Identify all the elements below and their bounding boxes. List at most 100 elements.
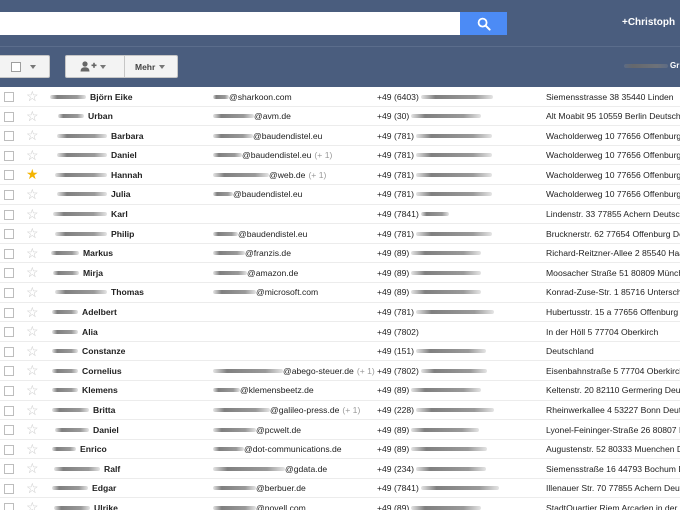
contact-phone-cell[interactable]: +49 (7841) <box>377 479 499 498</box>
contact-phone-cell[interactable]: +49 (89) <box>377 283 482 302</box>
contact-phone-cell[interactable]: +49 (89) <box>377 498 482 510</box>
contact-name-cell[interactable]: Thomas <box>55 283 144 302</box>
contact-phone-cell[interactable]: +49 (7802) <box>377 361 487 380</box>
row-checkbox[interactable] <box>4 444 14 455</box>
star-icon[interactable]: ☆ <box>26 343 39 359</box>
contact-name-cell[interactable]: Björn Eike <box>50 87 133 106</box>
search-input[interactable] <box>0 12 460 35</box>
row-checkbox[interactable] <box>4 209 14 220</box>
row-checkbox[interactable] <box>4 111 14 122</box>
contact-email-cell[interactable]: @dot-communications.de <box>213 440 342 459</box>
contact-phone-cell[interactable]: +49 (89) <box>377 263 482 282</box>
star-icon[interactable]: ☆ <box>26 362 39 378</box>
contact-name-cell[interactable]: Barbara <box>57 126 143 145</box>
contact-phone-cell[interactable]: +49 (6403) <box>377 87 493 106</box>
contact-phone-cell[interactable]: +49 (781) <box>377 126 493 145</box>
contact-phone-cell[interactable]: +49 (30) <box>377 107 482 126</box>
contact-phone-cell[interactable]: +49 (781) <box>377 303 495 322</box>
contact-row[interactable]: ☆ Thomas @microsoft.com +49 (89) Konrad-Zuse… <box>0 283 680 303</box>
contact-phone-cell[interactable]: +49 (7802) <box>377 322 419 341</box>
contact-row[interactable]: ☆ Alia +49 (7802) In der Höll 5 77704 Oberk… <box>0 322 680 342</box>
contact-name-cell[interactable]: Klemens <box>52 381 118 400</box>
row-checkbox[interactable] <box>4 131 14 142</box>
star-icon[interactable]: ☆ <box>26 323 39 339</box>
star-icon[interactable]: ☆ <box>26 382 39 398</box>
contact-email-cell[interactable]: @amazon.de <box>213 263 298 282</box>
contact-row[interactable]: ☆ Edgar @berbuer.de +49 (7841) Illenauer Str… <box>0 479 680 499</box>
contact-row[interactable]: ☆ Björn Eike @sharkoon.com +49 (6403) Siemen… <box>0 87 680 107</box>
contact-phone-cell[interactable]: +49 (781) <box>377 185 493 204</box>
star-icon[interactable]: ☆ <box>26 304 39 320</box>
select-all-checkbox[interactable] <box>11 61 21 72</box>
contact-row[interactable]: ☆ Markus @franzis.de +49 (89) Richard-Reitzn… <box>0 244 680 264</box>
contact-email-cell[interactable]: @baudendistel.eu <box>213 126 322 145</box>
star-icon[interactable]: ☆ <box>26 225 39 241</box>
row-checkbox[interactable] <box>4 464 14 475</box>
contact-email-cell[interactable]: @abego-steuer.de (+ 1) <box>213 361 375 380</box>
add-to-circles-button[interactable] <box>66 56 124 77</box>
contact-name-cell[interactable]: Ralf <box>54 459 120 478</box>
row-checkbox[interactable] <box>4 268 14 279</box>
contact-row[interactable]: ☆ Ulrike @novell.com +49 (89) StadtQuartier … <box>0 498 680 510</box>
contact-phone-cell[interactable]: +49 (89) <box>377 420 480 439</box>
contact-row[interactable]: ☆ Karl +49 (7841) Lindenstr. 33 77855 Acher… <box>0 205 680 225</box>
contact-name-cell[interactable]: Britta <box>52 401 115 420</box>
contact-email-cell[interactable]: @web.de (+ 1) <box>213 165 326 184</box>
row-checkbox[interactable] <box>4 307 14 318</box>
contact-row[interactable]: ☆ Philip @baudendistel.eu +49 (781) Bruckner… <box>0 224 680 244</box>
contact-row[interactable]: ☆ Enrico @dot-communications.de +49 (89) Aug… <box>0 440 680 460</box>
contact-row[interactable]: ☆ Barbara @baudendistel.eu +49 (781) Wachold… <box>0 126 680 146</box>
star-icon[interactable]: ☆ <box>26 421 39 437</box>
contact-email-cell[interactable]: @novell.com <box>213 498 306 510</box>
star-icon[interactable]: ☆ <box>26 441 39 457</box>
contact-row[interactable]: ☆ Adelbert +49 (781) Hubertusstr. 15 a 7765… <box>0 303 680 323</box>
contact-phone-cell[interactable]: +49 (89) <box>377 244 482 263</box>
contact-phone-cell[interactable]: +49 (781) <box>377 224 493 243</box>
contact-email-cell[interactable]: @klemensbeetz.de <box>213 381 314 400</box>
contact-name-cell[interactable]: Markus <box>51 244 113 263</box>
contact-name-cell[interactable]: Daniel <box>55 420 119 439</box>
row-checkbox[interactable] <box>4 405 14 416</box>
contact-row[interactable]: ☆ Klemens @klemensbeetz.de +49 (89) Keltenst… <box>0 381 680 401</box>
row-checkbox[interactable] <box>4 150 14 161</box>
contact-row[interactable]: ☆ Ralf @gdata.de +49 (234) Siemensstraße 16 … <box>0 459 680 479</box>
star-icon[interactable]: ☆ <box>26 499 39 510</box>
contact-email-cell[interactable]: @avm.de <box>213 107 291 126</box>
contact-name-cell[interactable]: Adelbert <box>52 303 117 322</box>
contact-phone-cell[interactable]: +49 (151) <box>377 342 487 361</box>
row-checkbox[interactable] <box>4 346 14 357</box>
contact-email-cell[interactable]: @franzis.de <box>213 244 291 263</box>
star-icon[interactable]: ☆ <box>26 264 39 280</box>
contact-name-cell[interactable]: Julia <box>57 185 131 204</box>
star-icon[interactable]: ☆ <box>26 460 39 476</box>
contact-name-cell[interactable]: Hannah <box>55 165 143 184</box>
contact-email-cell[interactable]: @pcwelt.de <box>213 420 301 439</box>
contact-email-cell[interactable]: @gdata.de <box>213 459 327 478</box>
row-checkbox[interactable] <box>4 425 14 436</box>
star-icon[interactable]: ☆ <box>26 147 39 163</box>
contact-row[interactable]: ☆ Britta @galileo-press.de (+ 1) +49 (228) Rh… <box>0 401 680 421</box>
contact-row[interactable]: ☆ Constanze +49 (151) Deutschland <box>0 342 680 362</box>
contact-row[interactable]: ☆ Daniel @pcwelt.de +49 (89) Lyonel-Feininge… <box>0 420 680 440</box>
contact-name-cell[interactable]: Enrico <box>52 440 107 459</box>
contact-phone-cell[interactable]: +49 (781) <box>377 146 493 165</box>
contact-email-cell[interactable]: @microsoft.com <box>213 283 318 302</box>
contact-name-cell[interactable]: Urban <box>58 107 113 126</box>
contact-name-cell[interactable]: Mirja <box>53 263 103 282</box>
contact-row[interactable]: ★ Hannah @web.de (+ 1) +49 (781) Wacholderweg… <box>0 165 680 185</box>
star-icon[interactable]: ★ <box>26 166 39 182</box>
row-checkbox[interactable] <box>4 229 14 240</box>
contact-name-cell[interactable]: Alia <box>52 322 98 341</box>
contact-phone-cell[interactable]: +49 (7841) <box>377 205 449 224</box>
contact-email-cell[interactable]: @baudendistel.eu <box>213 224 307 243</box>
row-checkbox[interactable] <box>4 483 14 494</box>
contact-row[interactable]: ☆ Mirja @amazon.de +49 (89) Moosacher Straße… <box>0 263 680 283</box>
row-checkbox[interactable] <box>4 385 14 396</box>
contact-row[interactable]: ☆ Cornelius @abego-steuer.de (+ 1) +49 (7802… <box>0 361 680 381</box>
contact-email-cell[interactable]: @berbuer.de <box>213 479 306 498</box>
contact-row[interactable]: ☆ Julia @baudendistel.eu +49 (781) Wacholder… <box>0 185 680 205</box>
contact-phone-cell[interactable]: +49 (781) <box>377 165 493 184</box>
star-icon[interactable]: ☆ <box>26 127 39 143</box>
contact-email-cell[interactable]: @baudendistel.eu (+ 1) <box>213 146 332 165</box>
user-profile-link[interactable]: +Christoph <box>622 17 675 28</box>
